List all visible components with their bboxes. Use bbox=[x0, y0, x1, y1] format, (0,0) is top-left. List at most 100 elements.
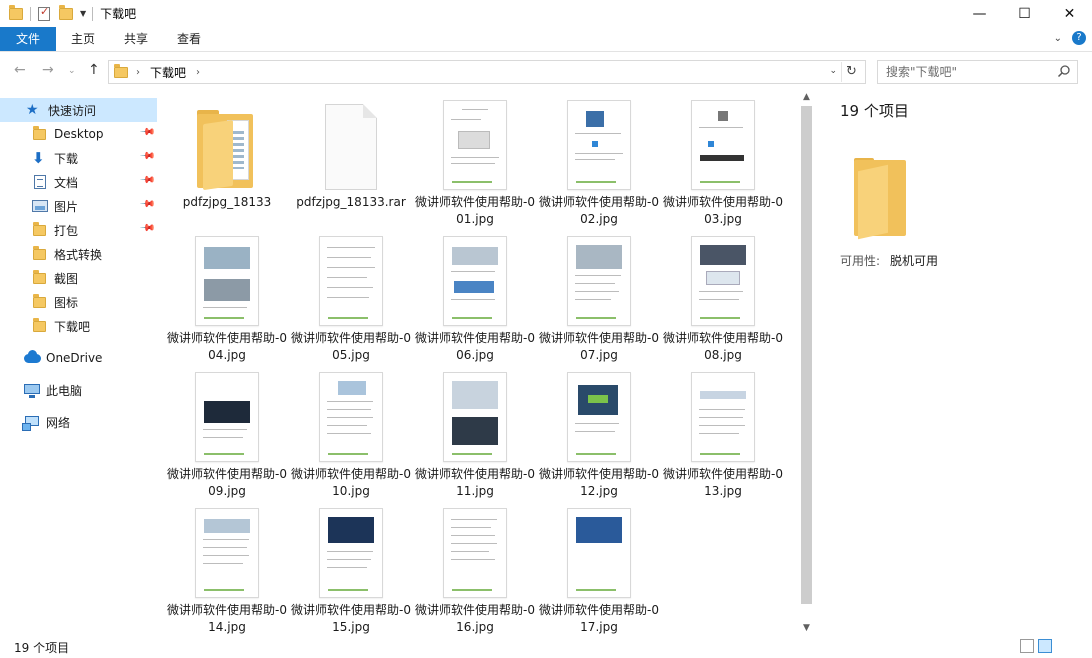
tab-share[interactable]: 共享 bbox=[115, 27, 157, 51]
file-item-jpg[interactable]: 微讲师软件使用帮助-005.jpg bbox=[289, 226, 413, 362]
back-arrow-icon[interactable]: ← bbox=[14, 62, 26, 78]
file-item-jpg[interactable]: 微讲师软件使用帮助-016.jpg bbox=[413, 498, 537, 634]
file-item-jpg[interactable]: 微讲师软件使用帮助-012.jpg bbox=[537, 362, 661, 498]
sidebar-item-downloads[interactable]: ⬇ 下载 📌 bbox=[0, 146, 157, 170]
sidebar-item-xiazaiba[interactable]: 下载吧 bbox=[0, 314, 157, 338]
sidebar-item-icons[interactable]: 图标 bbox=[0, 290, 157, 314]
sidebar-item-label: 图片 bbox=[54, 199, 79, 214]
file-item-jpg[interactable]: 微讲师软件使用帮助-010.jpg bbox=[289, 362, 413, 498]
sidebar-item-documents[interactable]: 文档 📌 bbox=[0, 170, 157, 194]
file-item-jpg[interactable]: 微讲师软件使用帮助-015.jpg bbox=[289, 498, 413, 634]
search-box[interactable] bbox=[877, 60, 1078, 84]
folder-icon bbox=[32, 294, 48, 310]
close-button[interactable]: ✕ bbox=[1047, 0, 1092, 27]
file-item-jpg[interactable]: 微讲师软件使用帮助-003.jpg bbox=[661, 90, 785, 226]
sidebar-item-label: 格式转换 bbox=[54, 247, 103, 262]
rar-file-icon bbox=[319, 100, 383, 190]
expand-ribbon-icon[interactable]: ⌄ bbox=[1054, 33, 1062, 44]
folder-icon bbox=[8, 4, 24, 22]
address-dropdown-icon[interactable]: ⌄ bbox=[829, 66, 837, 76]
scroll-up-icon[interactable]: ▲ bbox=[798, 90, 815, 104]
sidebar-item-desktop[interactable]: Desktop 📌 bbox=[0, 122, 157, 146]
file-item-jpg[interactable]: 微讲师软件使用帮助-009.jpg bbox=[165, 362, 289, 498]
sidebar-item-pack[interactable]: 打包 📌 bbox=[0, 218, 157, 242]
search-icon[interactable] bbox=[1057, 64, 1071, 78]
file-item-jpg[interactable]: 微讲师软件使用帮助-008.jpg bbox=[661, 226, 785, 362]
sidebar-item-label: 打包 bbox=[54, 223, 79, 238]
sidebar-item-onedrive[interactable]: OneDrive bbox=[0, 346, 157, 370]
search-input[interactable] bbox=[878, 61, 1043, 83]
chevron-right-icon[interactable]: › bbox=[196, 67, 200, 78]
properties-icon[interactable] bbox=[36, 5, 52, 22]
minimize-button[interactable]: — bbox=[957, 0, 1002, 27]
refresh-icon[interactable]: ↻ bbox=[841, 62, 861, 82]
scroll-down-icon[interactable]: ▼ bbox=[798, 621, 815, 635]
quick-access-toolbar: ▼ 下载吧 bbox=[0, 0, 136, 27]
image-thumbnail-icon bbox=[567, 236, 631, 326]
file-item-jpg[interactable]: 微讲师软件使用帮助-004.jpg bbox=[165, 226, 289, 362]
file-item-folder[interactable]: pdfzjpg_18133 bbox=[165, 90, 289, 220]
file-item-jpg[interactable]: 微讲师软件使用帮助-006.jpg bbox=[413, 226, 537, 362]
view-toggle bbox=[1020, 639, 1052, 653]
sidebar-item-label: 此电脑 bbox=[46, 383, 83, 398]
image-thumbnail-icon bbox=[443, 100, 507, 190]
file-name: 微讲师软件使用帮助-001.jpg bbox=[415, 195, 535, 226]
scrollbar-thumb[interactable] bbox=[801, 106, 812, 604]
folder-icon bbox=[195, 100, 259, 191]
file-name: 微讲师软件使用帮助-014.jpg bbox=[167, 603, 287, 634]
image-thumbnail-icon bbox=[319, 236, 383, 326]
tab-view[interactable]: 查看 bbox=[168, 27, 210, 51]
chevron-down-icon[interactable]: ▼ bbox=[80, 9, 86, 18]
details-pane: 19 个项目 可用性: 脱机可用 bbox=[830, 90, 1092, 635]
file-name: 微讲师软件使用帮助-012.jpg bbox=[539, 467, 659, 498]
file-name: 微讲师软件使用帮助-004.jpg bbox=[167, 331, 287, 362]
file-item-jpg[interactable]: 微讲师软件使用帮助-014.jpg bbox=[165, 498, 289, 634]
large-icons-view-icon[interactable] bbox=[1038, 639, 1052, 653]
tab-file[interactable]: 文件 bbox=[0, 27, 56, 51]
file-item-jpg[interactable]: 微讲师软件使用帮助-002.jpg bbox=[537, 90, 661, 226]
sidebar-item-format-convert[interactable]: 格式转换 bbox=[0, 242, 157, 266]
file-item-jpg[interactable]: 微讲师软件使用帮助-017.jpg bbox=[537, 498, 661, 634]
image-thumbnail-icon bbox=[443, 508, 507, 598]
address-bar[interactable]: › 下载吧 › ⌄ ↻ bbox=[108, 60, 866, 84]
pin-icon: 📌 bbox=[138, 124, 156, 141]
sidebar-item-screenshots[interactable]: 截图 bbox=[0, 266, 157, 290]
window-controls: — ☐ ✕ bbox=[957, 0, 1092, 27]
status-item-count: 19 个项目 bbox=[14, 641, 70, 655]
file-name: 微讲师软件使用帮助-010.jpg bbox=[291, 467, 411, 498]
forward-arrow-icon[interactable]: → bbox=[42, 62, 54, 78]
file-name: 微讲师软件使用帮助-017.jpg bbox=[539, 603, 659, 634]
folder-icon bbox=[32, 318, 48, 334]
file-item-jpg[interactable]: 微讲师软件使用帮助-011.jpg bbox=[413, 362, 537, 498]
folder-icon bbox=[854, 158, 910, 240]
image-thumbnail-icon bbox=[691, 236, 755, 326]
folder-icon bbox=[32, 222, 48, 238]
tab-home[interactable]: 主页 bbox=[62, 27, 104, 51]
maximize-button[interactable]: ☐ bbox=[1002, 0, 1047, 27]
recent-locations-icon[interactable]: ⌄ bbox=[68, 66, 76, 76]
file-item-jpg[interactable]: 微讲师软件使用帮助-007.jpg bbox=[537, 226, 661, 362]
sidebar-item-pictures[interactable]: 图片 📌 bbox=[0, 194, 157, 218]
file-name: 微讲师软件使用帮助-006.jpg bbox=[415, 331, 535, 362]
sidebar-item-quick-access[interactable]: ★ 快速访问 bbox=[0, 98, 157, 122]
breadcrumb[interactable]: 下载吧 bbox=[150, 64, 186, 81]
new-folder-icon[interactable] bbox=[58, 4, 74, 22]
up-arrow-icon[interactable]: ↑ bbox=[88, 62, 100, 78]
download-arrow-icon: ⬇ bbox=[32, 149, 45, 167]
details-view-icon[interactable] bbox=[1020, 639, 1034, 653]
sidebar-item-label: 网络 bbox=[46, 415, 71, 430]
file-name: 微讲师软件使用帮助-016.jpg bbox=[415, 603, 535, 634]
file-item-jpg[interactable]: 微讲师软件使用帮助-001.jpg bbox=[413, 90, 537, 226]
chevron-right-icon[interactable]: › bbox=[136, 67, 140, 78]
star-icon: ★ bbox=[26, 102, 39, 118]
sidebar-item-this-pc[interactable]: 此电脑 bbox=[0, 378, 157, 402]
vertical-scrollbar[interactable]: ▲ ▼ bbox=[798, 90, 815, 635]
file-item-rar[interactable]: pdfzjpg_18133.rar bbox=[289, 90, 413, 220]
sidebar-item-network[interactable]: 网络 bbox=[0, 410, 157, 434]
file-item-jpg[interactable]: 微讲师软件使用帮助-013.jpg bbox=[661, 362, 785, 498]
image-thumbnail-icon bbox=[443, 236, 507, 326]
folder-icon bbox=[32, 126, 48, 142]
file-name: 微讲师软件使用帮助-007.jpg bbox=[539, 331, 659, 362]
file-name: 微讲师软件使用帮助-008.jpg bbox=[663, 331, 783, 362]
help-icon[interactable]: ? bbox=[1072, 31, 1086, 45]
